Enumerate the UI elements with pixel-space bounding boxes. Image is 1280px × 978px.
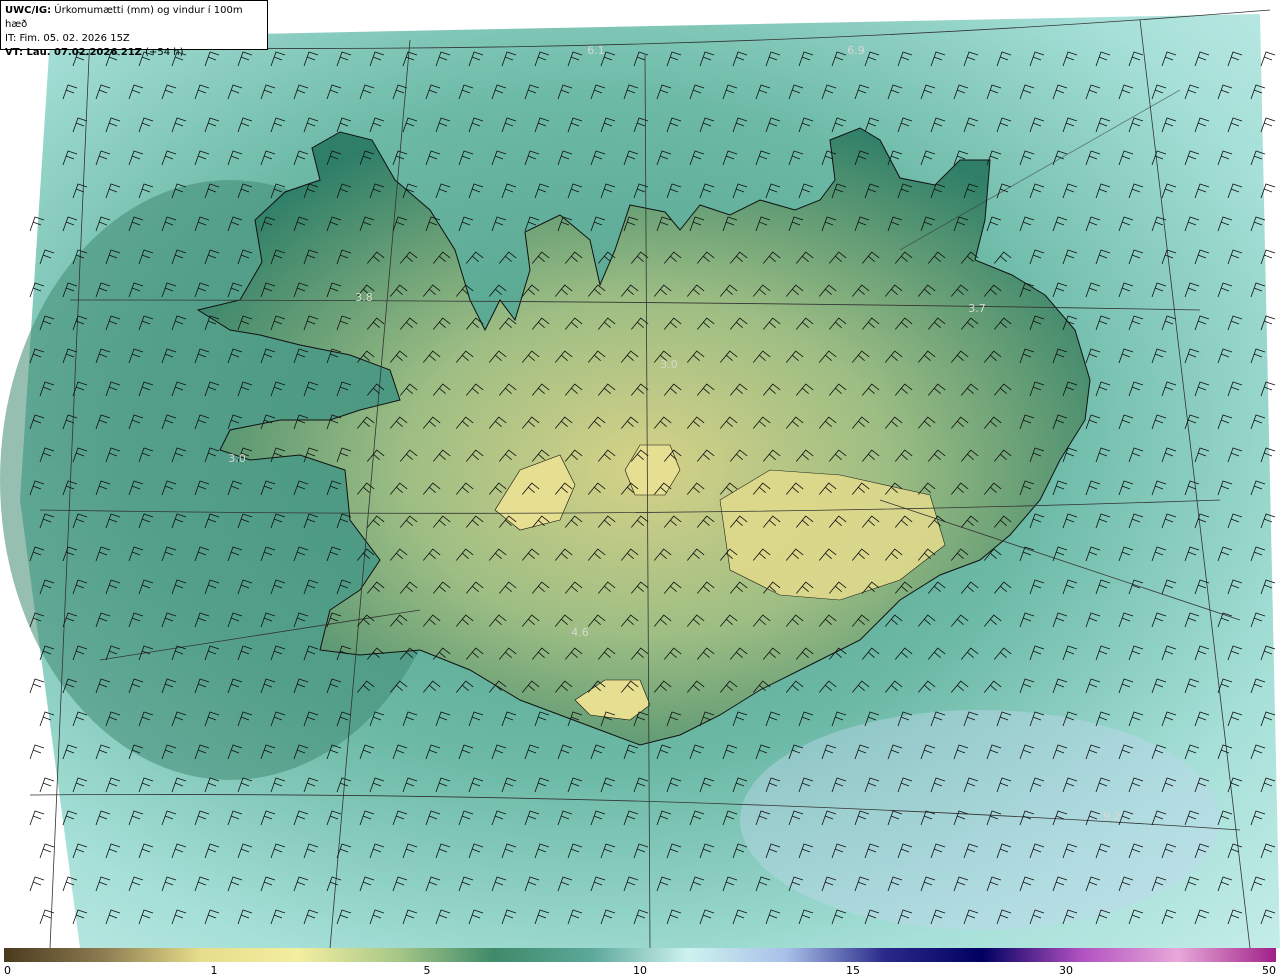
- wind-barb: [39, 909, 55, 925]
- value-label: 3.0: [228, 452, 246, 465]
- colorbar-tick: 15: [846, 964, 860, 977]
- colorbar-tick: 0: [4, 964, 11, 977]
- valid-offset: (+54 h): [145, 47, 184, 58]
- model-name: UWC/IG:: [5, 5, 52, 16]
- wind-barb: [39, 777, 55, 793]
- value-label: 3.0: [660, 358, 678, 371]
- value-label: 3.8: [355, 291, 373, 304]
- value-label: 4.6: [571, 626, 589, 639]
- value-label: 9.2: [1103, 810, 1121, 823]
- southeast-high: [740, 710, 1220, 930]
- wind-barb: [1260, 51, 1276, 67]
- value-label: 6.9: [847, 44, 865, 57]
- wind-barb: [29, 744, 45, 760]
- init-time: IT: Fim. 05. 02. 2026 15Z: [5, 33, 130, 44]
- title-box: UWC/IG: Úrkomumætti (mm) og vindur í 100…: [0, 0, 268, 58]
- value-label: 6.1: [587, 44, 605, 57]
- wind-barb: [29, 678, 45, 694]
- colorbar: 0 1 5 10 15 30 50: [0, 948, 1280, 978]
- valid-time-line: VT: Lau. 07.02.2026 21Z (+54 h): [5, 46, 263, 60]
- colorbar-tick: 30: [1059, 964, 1073, 977]
- wind-barb: [29, 810, 45, 826]
- colorbar-gradient: [4, 948, 1276, 962]
- title-line: UWC/IG: Úrkomumætti (mm) og vindur í 100…: [5, 4, 263, 32]
- colorbar-tick: 50: [1262, 964, 1276, 977]
- valid-time: VT: Lau. 07.02.2026 21Z: [5, 47, 142, 58]
- wind-barb: [29, 876, 45, 892]
- value-label: 3.7: [968, 302, 986, 315]
- colorbar-tick: 5: [423, 964, 431, 977]
- wind-barb: [39, 843, 55, 859]
- wind-barb: [1260, 117, 1276, 133]
- colorbar-tick: 10: [633, 964, 647, 977]
- colorbar-tick: 1: [210, 964, 218, 977]
- map-canvas: 6.1 6.9 3.8 3.7 3.0 3.0 4.6 9.2: [0, 9, 1280, 948]
